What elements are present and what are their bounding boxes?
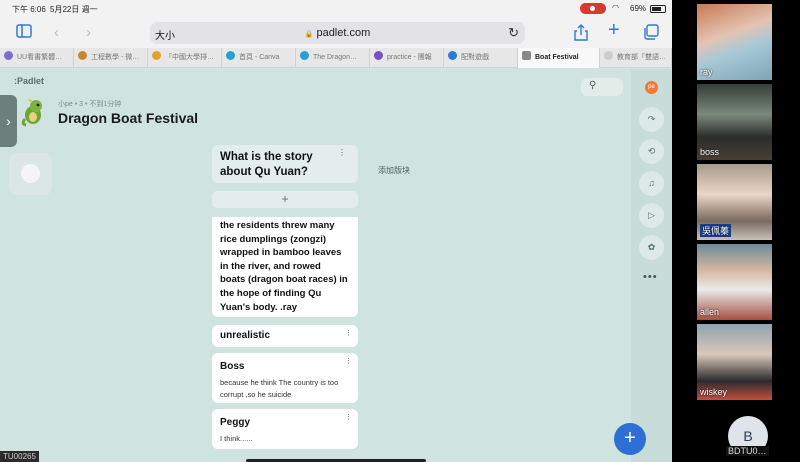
post-menu-icon[interactable]: ⋮ <box>345 357 352 365</box>
tab-favicon-icon <box>522 51 531 60</box>
browser-tab[interactable]: 配對遊戲 <box>444 48 518 68</box>
tab-strip: UU看書繁體… 工程數學 - 微… 「中國大學排… 首頁 - Canva The… <box>0 48 672 68</box>
remake-icon[interactable]: ⟲ <box>639 139 664 164</box>
add-post-button[interactable]: + <box>212 191 358 208</box>
tab-favicon-icon <box>78 51 87 60</box>
post-body: because he think The country is too corr… <box>220 378 339 399</box>
tab-label: 工程數學 - 微… <box>91 54 140 61</box>
participant-name: allen <box>700 307 720 317</box>
browser-tab[interactable]: 工程數學 - 微… <box>74 48 148 68</box>
participant-name: boss <box>700 147 720 157</box>
board-title: Dragon Boat Festival <box>58 110 199 126</box>
tab-label: 首頁 - Canva <box>239 54 280 61</box>
video-tile[interactable]: wiskey <box>697 324 772 400</box>
browser-tab-active[interactable]: Boat Festival <box>518 48 600 68</box>
new-tab-icon[interactable]: + <box>608 20 620 40</box>
padlet-board: :Padlet ⚲ › 小pe • 3 • 不到1分钟 Dragon Boat … <box>0 69 672 462</box>
tab-label: practice - 團報 <box>387 54 432 61</box>
tab-favicon-icon <box>226 51 235 60</box>
video-tile[interactable]: boss <box>697 84 772 160</box>
section-title: What is the story about Qu Yuan? <box>220 151 313 178</box>
padlet-logo[interactable]: :Padlet <box>14 76 44 86</box>
browser-tab[interactable]: 教育部「雙語… <box>600 48 672 68</box>
tab-favicon-icon <box>300 51 309 60</box>
post-card[interactable]: unrealistic ⋮ <box>212 325 358 347</box>
browser-tab[interactable]: UU看書繁體… <box>0 48 74 68</box>
more-icon[interactable]: ••• <box>643 271 658 283</box>
add-post-fab-button[interactable]: + <box>614 423 646 455</box>
participant-name: BDTU0… <box>726 446 769 456</box>
tab-label: Boat Festival <box>535 54 579 61</box>
post-title: Peggy <box>220 417 251 428</box>
right-toolbar: pe ↷ ⟲ ♫ ▷ ✿ ••• <box>631 69 672 462</box>
section-header: What is the story about Qu Yuan? ⋮ <box>212 145 358 183</box>
slideshow-play-icon[interactable]: ▷ <box>639 203 664 228</box>
post-menu-icon[interactable]: ⋮ <box>345 329 352 337</box>
tab-favicon-icon <box>374 51 383 60</box>
tab-label: The Dragon… <box>313 54 357 61</box>
sidebar-toggle-icon[interactable] <box>16 24 32 43</box>
dragon-icon <box>21 98 42 127</box>
reload-icon[interactable]: ↻ <box>508 25 519 41</box>
video-tile[interactable]: 吳佩蓁 <box>697 164 772 240</box>
post-menu-icon[interactable]: ⋮ <box>345 413 352 421</box>
video-tile[interactable]: ray <box>697 4 772 80</box>
ios-status-bar: 下午 6:06 5月22日 週一 ◠ 69% <box>0 0 672 18</box>
tab-favicon-icon <box>4 51 13 60</box>
ipad-screen: 下午 6:06 5月22日 週一 ◠ 69% ‹ › 大小 🔒 padlet.co… <box>0 0 672 462</box>
url-text: 🔒 padlet.com <box>150 27 525 39</box>
screen: 下午 6:06 5月22日 週一 ◠ 69% ‹ › 大小 🔒 padlet.co… <box>0 0 800 462</box>
browser-tab[interactable]: 首頁 - Canva <box>222 48 296 68</box>
floating-placeholder <box>9 153 52 195</box>
post-card[interactable]: Peggy ⋮ I think...... <box>212 409 358 449</box>
tabs-overview-icon[interactable] <box>643 24 659 45</box>
forward-icon[interactable]: › <box>86 24 91 42</box>
search-button[interactable]: ⚲ <box>581 78 623 96</box>
status-date: 5月22日 週一 <box>50 5 98 14</box>
battery-percent: 69% <box>630 4 647 13</box>
back-icon[interactable]: ‹ <box>54 24 59 42</box>
screen-recording-icon <box>580 3 606 14</box>
user-avatar[interactable]: pe <box>645 81 658 94</box>
tab-label: UU看書繁體… <box>17 54 63 61</box>
notification-bell-icon[interactable]: ♫ <box>639 171 664 196</box>
url-label: padlet.com <box>316 27 371 39</box>
participant-name: 吳佩蓁 <box>700 224 732 237</box>
lock-icon: 🔒 <box>304 31 314 38</box>
post-body: I think...... <box>220 434 253 443</box>
tab-label: 配對遊戲 <box>461 54 489 61</box>
add-section-button[interactable]: 添加版块 <box>378 165 410 176</box>
browser-tab[interactable]: 「中國大學排… <box>148 48 222 68</box>
expand-sidebar-button[interactable]: › <box>0 95 17 147</box>
participant-name: ray <box>700 67 713 77</box>
post-card[interactable]: Boss ⋮ because he think The country is t… <box>212 353 358 403</box>
section-menu-icon[interactable]: ⋮ <box>338 148 346 157</box>
tab-label: 教育部「雙語… <box>617 54 666 61</box>
browser-tab[interactable]: practice - 團報 <box>370 48 444 68</box>
participant-name: wiskey <box>700 387 728 397</box>
battery-icon <box>650 5 666 13</box>
share-icon[interactable] <box>574 24 588 46</box>
video-tile[interactable]: allen <box>697 244 772 320</box>
post-body: the residents threw many rice dumplings … <box>220 220 348 313</box>
chevron-right-icon: › <box>6 113 11 129</box>
tab-favicon-icon <box>448 51 457 60</box>
participant-id-label: TU00265 <box>0 451 39 462</box>
browser-tab[interactable]: The Dragon… <box>296 48 370 68</box>
board-meta: 小pe • 3 • 不到1分钟 <box>58 101 122 108</box>
address-bar[interactable]: 大小 🔒 padlet.com ↻ <box>150 22 525 44</box>
post-title: unrealistic <box>220 330 271 341</box>
search-icon: ⚲ <box>589 80 597 91</box>
post-title: Boss <box>220 361 245 372</box>
status-time: 下午 6:06 <box>12 5 46 14</box>
settings-gear-icon[interactable]: ✿ <box>639 235 664 260</box>
tab-favicon-icon <box>152 51 161 60</box>
wifi-icon: ◠ <box>612 3 619 12</box>
browser-toolbar: ‹ › 大小 🔒 padlet.com ↻ + <box>0 18 672 48</box>
post-card[interactable]: the residents threw many rice dumplings … <box>212 217 358 317</box>
video-gallery: ray boss 吳佩蓁 allen wiskey <box>672 0 800 462</box>
tab-favicon-icon <box>604 51 613 60</box>
tab-label: 「中國大學排… <box>165 54 214 61</box>
share-icon[interactable]: ↷ <box>639 107 664 132</box>
